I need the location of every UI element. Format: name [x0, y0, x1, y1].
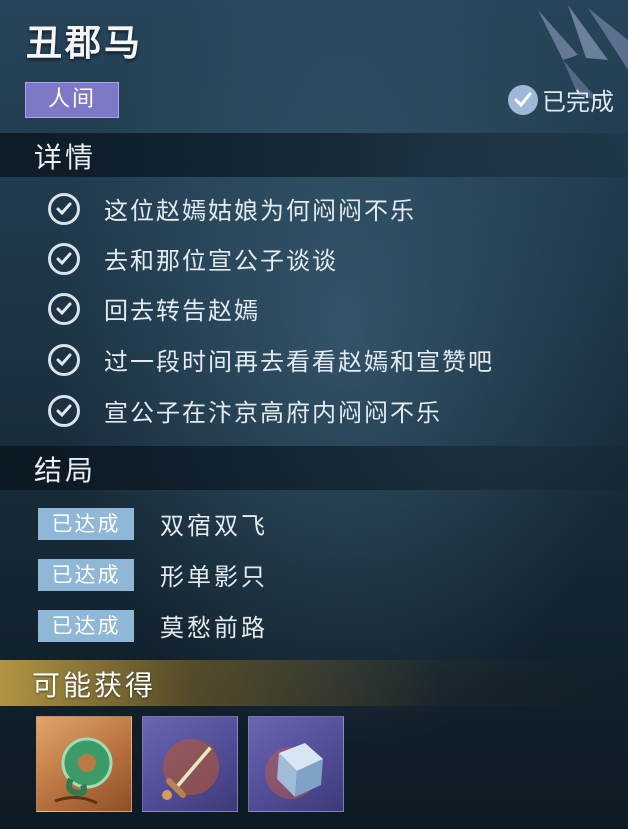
ending-name: 双宿双飞: [160, 512, 268, 540]
check-icon: [48, 292, 80, 325]
realm-tag: 人间: [25, 82, 119, 118]
jade-ring-icon: [54, 737, 113, 805]
crystal-cube-icon: [265, 743, 323, 799]
check-icon: [48, 192, 80, 225]
task-text: 宣公子在汴京高府内闷闷不乐: [104, 399, 442, 427]
check-icon: [48, 242, 80, 275]
reward-slot-jade-ring[interactable]: [36, 716, 132, 812]
achieved-badge: 已达成: [38, 507, 134, 540]
task-text: 这位赵嫣姑娘为何闷闷不乐: [104, 197, 416, 225]
reward-slot-dagger[interactable]: [142, 716, 238, 812]
check-icon: [48, 394, 80, 427]
task-item: 回去转告赵嫣: [48, 291, 260, 326]
task-item: 过一段时间再去看看赵嫣和宣赞吧: [48, 342, 494, 377]
achieved-badge: 已达成: [38, 558, 134, 591]
task-text: 去和那位宣公子谈谈: [104, 247, 338, 275]
endings-title: 结局: [34, 454, 97, 487]
ending-item: 已达成 形单影只: [38, 557, 268, 592]
task-item: 这位赵嫣姑娘为何闷闷不乐: [48, 191, 416, 226]
task-text: 过一段时间再去看看赵嫣和宣赞吧: [104, 348, 494, 376]
rewards-title: 可能获得: [32, 669, 157, 702]
details-title: 详情: [34, 141, 97, 174]
ending-item: 已达成 莫愁前路: [38, 608, 268, 643]
ending-item: 已达成 双宿双飞: [38, 506, 268, 541]
completed-status: 已完成: [508, 82, 614, 117]
dagger-icon: [162, 739, 219, 800]
task-item: 宣公子在汴京高府内闷闷不乐: [48, 393, 442, 428]
check-circle-icon: [508, 84, 538, 115]
ending-name: 形单影只: [160, 563, 268, 591]
completed-label: 已完成: [542, 88, 614, 116]
task-text: 回去转告赵嫣: [104, 297, 260, 325]
check-icon: [48, 343, 80, 376]
task-item: 去和那位宣公子谈谈: [48, 241, 338, 276]
quest-title: 丑郡马: [26, 23, 144, 64]
reward-slot-crystal-cube[interactable]: [248, 716, 344, 812]
ending-name: 莫愁前路: [160, 614, 268, 642]
achieved-badge: 已达成: [38, 609, 134, 642]
